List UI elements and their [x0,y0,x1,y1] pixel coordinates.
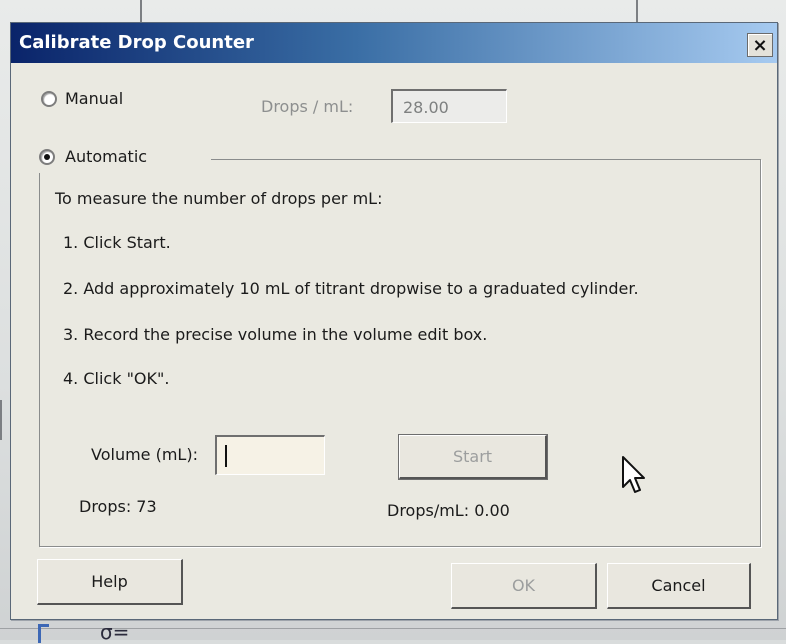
calibrate-drop-counter-dialog: Calibrate Drop Counter × Manual Drops / … [10,22,778,620]
text-caret [225,445,227,467]
cancel-button[interactable]: Cancel [607,563,751,609]
drops-per-ml-field: 28.00 [391,89,507,123]
close-button[interactable]: × [747,33,773,57]
drops-count-readout: Drops: 73 [79,497,157,516]
close-icon: × [752,34,768,56]
automatic-groupbox [39,159,761,547]
start-button[interactable]: Start [398,434,548,480]
instruction-step: 4. Click "OK". [63,369,170,388]
background-divider [0,400,2,440]
dialog-title: Calibrate Drop Counter [19,32,254,53]
ok-button[interactable]: OK [451,563,597,609]
volume-input[interactable] [215,435,325,475]
volume-label: Volume (mL): [91,445,198,464]
automatic-label[interactable]: Automatic [65,147,147,166]
background-divider [636,0,638,22]
manual-radio[interactable] [41,91,57,107]
mouse-pointer-icon [622,456,645,493]
drops-per-ml-label: Drops / mL: [261,97,354,116]
instructions-heading: To measure the number of drops per mL: [55,189,383,208]
manual-label[interactable]: Manual [65,89,123,108]
automatic-radio[interactable] [39,149,55,165]
background-fragment-icon: σ= [100,620,130,644]
instruction-step: 1. Click Start. [63,233,171,252]
background-fragment-icon [38,624,49,643]
background-divider [140,0,142,22]
instruction-step: 2. Add approximately 10 mL of titrant dr… [63,279,639,298]
instruction-step: 3. Record the precise volume in the volu… [63,325,488,344]
help-button[interactable]: Help [37,559,183,605]
drops-per-ml-readout: Drops/mL: 0.00 [387,501,510,520]
title-bar[interactable]: Calibrate Drop Counter × [11,23,777,63]
